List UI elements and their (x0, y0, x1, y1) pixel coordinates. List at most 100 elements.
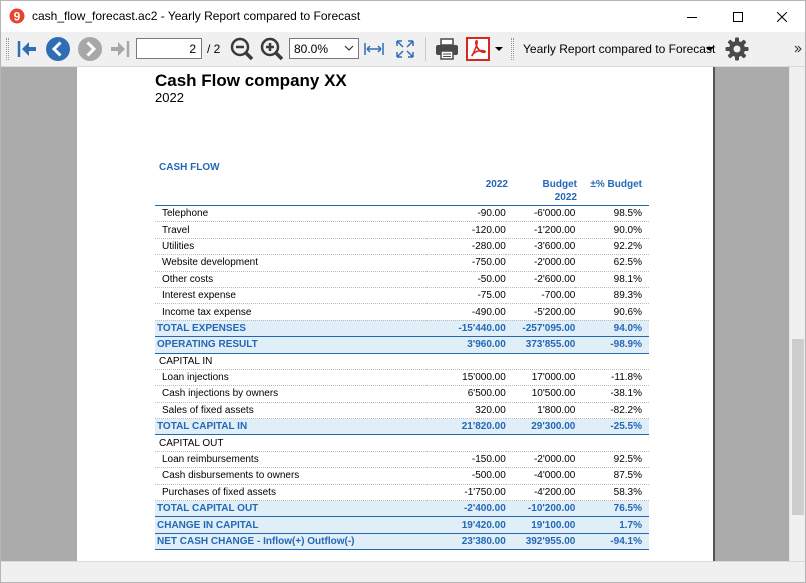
pdf-icon (466, 37, 490, 61)
total-row: NET CASH CHANGE - Inflow(+) Outflow(-) 23… (155, 533, 649, 551)
table-row: Telephone -90.00 -6'000.00 98.5% (155, 204, 649, 223)
row-actual (426, 434, 506, 452)
export-dropdown-button[interactable] (493, 36, 505, 62)
row-label: Website development (155, 254, 427, 272)
section-heading: CASH FLOW (159, 162, 220, 173)
report-selector[interactable]: Yearly Report compared to Forecast (523, 42, 715, 56)
row-label: NET CASH CHANGE - Inflow(+) Outflow(-) (155, 533, 427, 551)
close-icon (777, 11, 787, 22)
row-label: TOTAL CAPITAL IN (155, 418, 427, 436)
zoom-select[interactable]: 80.0% (289, 38, 359, 59)
page-number-input[interactable]: 2 (136, 38, 202, 59)
next-page-button[interactable] (76, 36, 104, 62)
row-label: Travel (155, 221, 427, 239)
row-actual: -50.00 (426, 271, 506, 288)
row-label: Sales of fixed assets (155, 402, 427, 420)
close-button[interactable] (759, 1, 805, 32)
fit-width-button[interactable] (362, 36, 386, 62)
settings-button[interactable] (723, 36, 751, 62)
row-budget: -3'600.00 (505, 238, 576, 256)
toolbar-separator (425, 37, 426, 61)
total-row: TOTAL CAPITAL OUT -2'400.00 -10'200.00 76.5… (155, 500, 649, 518)
row-diff: 90.0% (575, 221, 649, 239)
row-label: OPERATING RESULT (155, 336, 427, 354)
row-diff: 62.5% (575, 254, 649, 272)
maximize-button[interactable] (715, 1, 761, 32)
toolbar-grip[interactable] (511, 38, 514, 60)
row-budget (505, 434, 576, 452)
row-diff: -11.8% (575, 369, 649, 387)
table-row: Purchases of fixed assets -1'750.00 -4'200… (155, 484, 649, 502)
row-budget: -257'095.00 (505, 320, 576, 338)
column-header-budget: Budget 2022 (527, 178, 577, 204)
row-budget (505, 353, 576, 370)
row-label: TOTAL EXPENSES (155, 320, 427, 338)
row-label: CAPITAL OUT (155, 434, 427, 452)
report-year: 2022 (155, 90, 184, 105)
row-diff (575, 434, 649, 452)
row-diff: 92.2% (575, 238, 649, 256)
row-diff: 58.3% (575, 484, 649, 502)
row-label: Other costs (155, 271, 427, 288)
row-actual: -90.00 (426, 204, 506, 223)
toolbar-grip[interactable] (6, 38, 9, 60)
scrollbar-thumb[interactable] (792, 339, 804, 515)
row-actual: -1'750.00 (426, 484, 506, 502)
table-row: Loan injections 15'000.00 17'000.00 -11.8% (155, 369, 649, 387)
overflow-chevron-icon (794, 45, 802, 53)
minimize-button[interactable] (669, 1, 715, 32)
row-label: Purchases of fixed assets (155, 484, 427, 502)
first-page-button[interactable] (14, 36, 40, 62)
row-budget: 19'100.00 (505, 516, 576, 534)
row-actual (426, 353, 506, 370)
row-label: Loan reimbursements (155, 451, 427, 469)
table-row: Other costs -50.00 -2'600.00 98.1% (155, 271, 649, 288)
row-diff: -38.1% (575, 385, 649, 403)
row-diff: 92.5% (575, 451, 649, 469)
page-total-label: / 2 (207, 42, 221, 56)
preview-viewport: Cash Flow company XX 2022 CASH FLOW 2022… (1, 67, 789, 561)
previous-page-button[interactable] (44, 36, 72, 62)
export-pdf-button[interactable] (465, 36, 491, 62)
print-button[interactable] (433, 36, 461, 62)
row-actual: 23'380.00 (426, 533, 506, 551)
row-actual: -75.00 (426, 287, 506, 305)
row-budget: 1'800.00 (505, 402, 576, 420)
zoom-out-button[interactable] (229, 36, 255, 62)
row-diff (575, 353, 649, 370)
row-diff: 98.1% (575, 271, 649, 288)
row-budget: 392'955.00 (505, 533, 576, 551)
row-actual: 3'960.00 (426, 336, 506, 354)
first-page-icon (17, 41, 36, 57)
table-row: Utilities -280.00 -3'600.00 92.2% (155, 238, 649, 256)
row-label: TOTAL CAPITAL OUT (155, 500, 427, 518)
company-name: Cash Flow company XX (155, 71, 347, 90)
row-actual: 15'000.00 (426, 369, 506, 387)
row-actual: 6'500.00 (426, 385, 506, 403)
row-budget: -6'000.00 (505, 204, 576, 223)
row-label: Telephone (155, 204, 427, 223)
section-row: CAPITAL IN (155, 353, 649, 370)
app-logo-icon: 9 (9, 8, 25, 24)
row-label: Utilities (155, 238, 427, 256)
fit-page-icon (396, 40, 414, 58)
chevron-down-icon (495, 46, 503, 51)
table-row: Travel -120.00 -1'200.00 90.0% (155, 221, 649, 239)
print-icon (436, 38, 458, 60)
row-actual: -500.00 (426, 467, 506, 485)
vertical-scrollbar[interactable] (789, 67, 805, 561)
row-budget: -4'200.00 (505, 484, 576, 502)
last-page-button[interactable] (107, 36, 133, 62)
column-header-diff: ±% Budget (590, 179, 642, 190)
row-budget: 373'855.00 (505, 336, 576, 354)
row-diff: -82.2% (575, 402, 649, 420)
row-diff: -98.9% (575, 336, 649, 354)
cash-flow-table-body: Telephone -90.00 -6'000.00 98.5% Travel -120.… (155, 204, 649, 551)
table-row: Loan reimbursements -150.00 -2'000.00 92.5% (155, 451, 649, 469)
row-budget: -1'200.00 (505, 221, 576, 239)
toolbar-overflow-button[interactable] (792, 36, 804, 62)
next-page-icon (78, 37, 102, 61)
fit-page-button[interactable] (393, 36, 417, 62)
zoom-in-button[interactable] (259, 36, 285, 62)
title-bar: 9 cash_flow_forecast.ac2 - Yearly Report… (1, 1, 805, 32)
